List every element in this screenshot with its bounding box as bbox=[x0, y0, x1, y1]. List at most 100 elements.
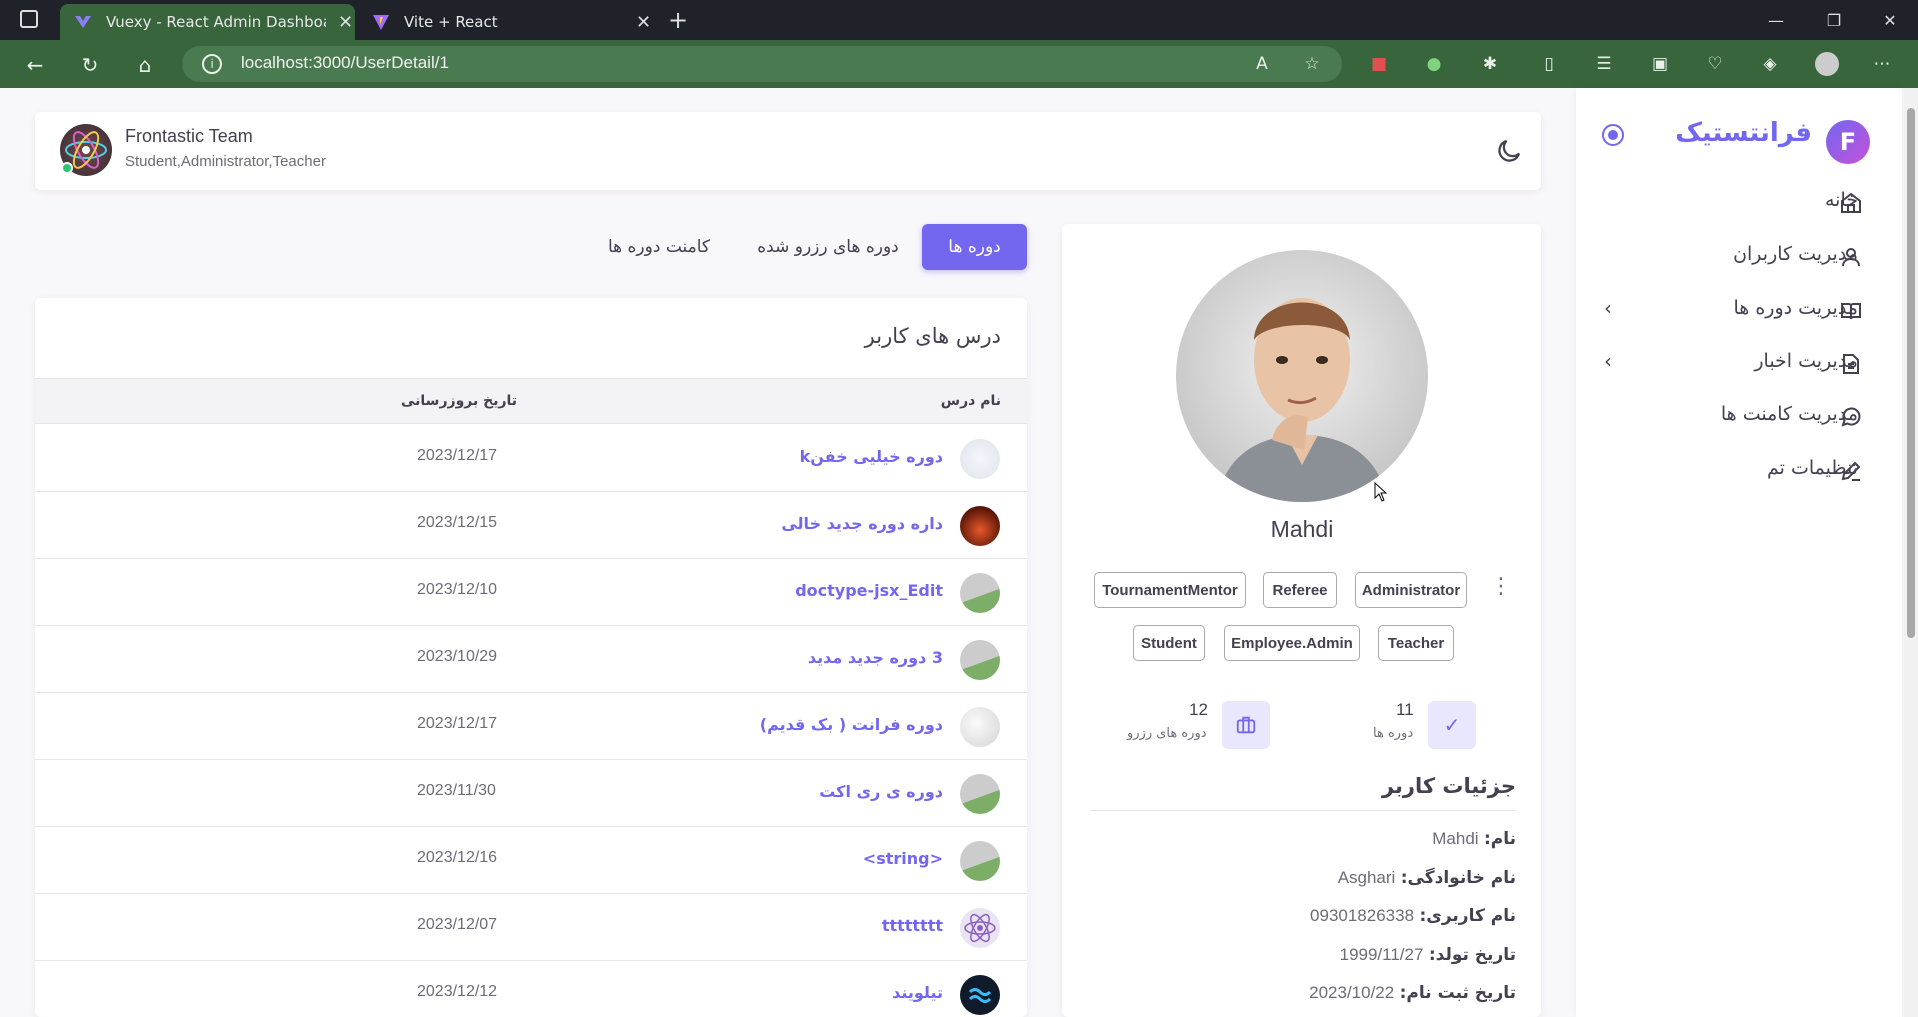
course-thumbnail bbox=[960, 640, 1000, 680]
more-menu-icon[interactable]: ⋯ bbox=[1870, 52, 1894, 76]
browser-tab-title: Vite + React bbox=[404, 13, 498, 31]
stat-reserved-value: 12 bbox=[1189, 700, 1208, 719]
table-row: 3 دوره جدید مدید 2023/10/29 bbox=[35, 626, 1027, 693]
table-row: داره دوره جدید خالی 2023/12/15 bbox=[35, 492, 1027, 559]
restore-icon[interactable]: ❐ bbox=[1806, 0, 1862, 40]
course-thumbnail bbox=[960, 439, 1000, 479]
minimize-icon[interactable]: — bbox=[1748, 0, 1804, 40]
sidebar bbox=[1576, 88, 1902, 1017]
detail-birth-date: تاریخ تولد: 1999/11/27 bbox=[1340, 945, 1516, 965]
column-header-name[interactable]: نام درس bbox=[941, 393, 1001, 409]
course-name-link[interactable]: داره دوره جدید خالی bbox=[781, 514, 943, 533]
more-vertical-icon[interactable]: ⋮ bbox=[1490, 574, 1512, 599]
pen-icon bbox=[1838, 458, 1864, 484]
brand-name[interactable]: فرانتستیک bbox=[1675, 118, 1812, 148]
course-name-link[interactable]: tttttttt bbox=[882, 916, 943, 935]
course-name-link[interactable]: doctype-jsx_Edit bbox=[795, 581, 943, 600]
mouse-cursor-icon bbox=[1374, 481, 1388, 502]
file-text-icon bbox=[1838, 351, 1864, 377]
browser-tab-vuexy[interactable]: Vuexy - React Admin Dashboard ✕ bbox=[60, 4, 355, 40]
url-text[interactable]: localhost:3000/UserDetail/1 bbox=[241, 53, 449, 73]
role-chip[interactable]: Referee bbox=[1263, 572, 1337, 608]
performance-icon[interactable]: ♡ bbox=[1703, 52, 1727, 76]
extensions-icon[interactable]: ✱ bbox=[1478, 52, 1502, 76]
role-chip[interactable]: TournamentMentor bbox=[1094, 572, 1246, 608]
top-navbar bbox=[35, 112, 1541, 190]
team-name: Frontastic Team bbox=[125, 126, 253, 146]
profile-avatar-icon[interactable] bbox=[1815, 52, 1839, 76]
home-browser-icon[interactable]: ⌂ bbox=[132, 52, 158, 78]
scrollbar-thumb[interactable] bbox=[1907, 108, 1915, 638]
course-date: 2023/11/30 bbox=[417, 782, 496, 799]
role-chip[interactable]: Teacher bbox=[1378, 625, 1454, 661]
close-tab-icon[interactable]: ✕ bbox=[636, 12, 651, 33]
detail-value: 09301826338 bbox=[1310, 906, 1415, 925]
role-chip[interactable]: Employee.Admin bbox=[1224, 625, 1360, 661]
home-icon bbox=[1838, 190, 1864, 216]
brand-logo[interactable]: F bbox=[1826, 120, 1870, 164]
extension-green-icon[interactable]: ● bbox=[1422, 52, 1446, 76]
user-name: Mahdi bbox=[1270, 516, 1334, 542]
dark-mode-toggle-icon[interactable] bbox=[1494, 136, 1524, 166]
check-icon: ✓ bbox=[1428, 701, 1476, 749]
table-row: tttttttt 2023/12/07 bbox=[35, 894, 1027, 961]
back-icon[interactable]: ← bbox=[22, 52, 48, 78]
course-thumbnail bbox=[960, 908, 1000, 948]
course-date: 2023/12/07 bbox=[417, 916, 498, 933]
course-date: 2023/12/17 bbox=[417, 715, 498, 732]
reload-icon[interactable]: ↻ bbox=[77, 52, 103, 78]
user-courses-card: درس های کاربر نام درس تاریخ بروزرسانی دو… bbox=[35, 298, 1027, 1017]
book-icon bbox=[1838, 298, 1864, 324]
favorite-star-icon[interactable]: ☆ bbox=[1300, 52, 1324, 76]
browser-tab-vite[interactable]: Vite + React ✕ bbox=[358, 4, 653, 40]
tab-course-comments[interactable]: کامنت دوره ها bbox=[594, 224, 724, 270]
split-screen-icon[interactable]: ▯ bbox=[1537, 52, 1561, 76]
read-aloud-icon[interactable]: A bbox=[1250, 52, 1274, 76]
favorites-icon[interactable]: ☰ bbox=[1592, 52, 1616, 76]
course-name-link[interactable]: تیلویند bbox=[892, 983, 943, 1002]
course-thumbnail bbox=[960, 975, 1000, 1015]
course-thumbnail bbox=[960, 841, 1000, 881]
detail-label: تاریخ تولد: bbox=[1428, 945, 1516, 965]
course-thumbnail bbox=[960, 506, 1000, 546]
team-roles: Student,Administrator,Teacher bbox=[125, 153, 326, 170]
course-name-link[interactable]: دوره فرانت ( بک قدیم) bbox=[760, 715, 943, 734]
course-name-link[interactable]: دوره خیلیی خفنk bbox=[800, 447, 943, 466]
user-icon bbox=[1838, 244, 1864, 270]
course-name-link[interactable]: 3 دوره جدید مدید bbox=[808, 648, 943, 667]
close-tab-icon[interactable]: ✕ bbox=[338, 12, 353, 33]
chevron-left-icon[interactable]: ‹ bbox=[1604, 349, 1612, 373]
details-divider bbox=[1090, 810, 1515, 811]
detail-value: Mahdi bbox=[1432, 829, 1479, 848]
detail-username: نام کاربری: 09301826338 bbox=[1310, 906, 1516, 926]
column-header-updated[interactable]: تاریخ بروزرسانی bbox=[401, 393, 517, 409]
briefcase-icon bbox=[1222, 701, 1270, 749]
course-name-link[interactable]: <string> bbox=[863, 849, 943, 868]
stat-courses-value: 11 bbox=[1396, 700, 1414, 719]
vuexy-favicon-icon bbox=[74, 13, 92, 31]
detail-value: 1999/11/27 bbox=[1339, 945, 1424, 964]
sidebar-collapse-toggle[interactable] bbox=[1602, 124, 1624, 146]
new-tab-icon[interactable]: + bbox=[668, 6, 688, 34]
detail-label: نام: bbox=[1483, 829, 1516, 849]
tab-label: دوره ها bbox=[948, 237, 1001, 257]
table-header: نام درس تاریخ بروزرسانی bbox=[35, 378, 1027, 424]
detail-first-name: نام: Mahdi bbox=[1432, 829, 1516, 849]
table-row: دوره ی ری اکت 2023/11/30 bbox=[35, 760, 1027, 827]
online-status-dot bbox=[61, 162, 73, 174]
course-name-link[interactable]: دوره ی ری اکت bbox=[819, 782, 943, 801]
chevron-left-icon[interactable]: ‹ bbox=[1604, 296, 1612, 320]
role-chip[interactable]: Student bbox=[1133, 625, 1205, 661]
collections-icon[interactable]: ▣ bbox=[1648, 52, 1672, 76]
tab-actions-icon[interactable] bbox=[20, 10, 38, 28]
tab-reserved-courses[interactable]: دوره های رزرو شده bbox=[748, 224, 908, 270]
detail-label: نام کاربری: bbox=[1419, 906, 1516, 926]
site-info-icon[interactable]: i bbox=[202, 54, 222, 74]
close-window-icon[interactable]: ✕ bbox=[1862, 0, 1918, 40]
role-chip[interactable]: Administrator bbox=[1355, 572, 1467, 608]
table-row: doctype-jsx_Edit 2023/12/10 bbox=[35, 559, 1027, 626]
extension-red-icon[interactable]: ■ bbox=[1367, 52, 1391, 76]
copilot-icon[interactable]: ◈ bbox=[1758, 52, 1782, 76]
card-title: درس های کاربر bbox=[864, 324, 1001, 348]
tab-courses[interactable]: دوره ها bbox=[922, 224, 1027, 270]
